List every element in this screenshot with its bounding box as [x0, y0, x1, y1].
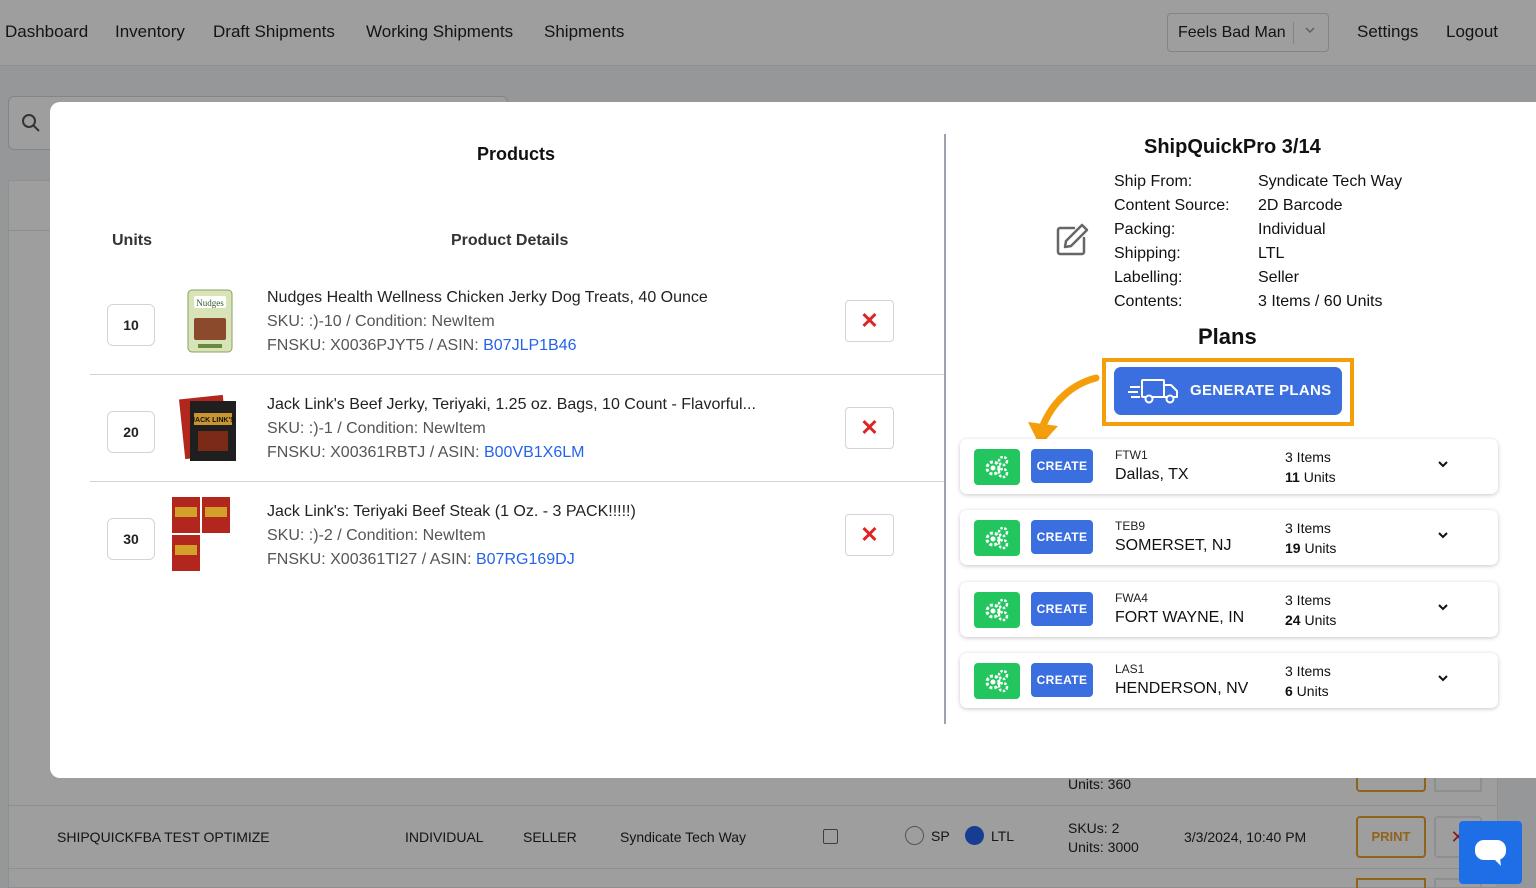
chat-bubble-icon — [1474, 839, 1507, 872]
fnsku-text: FNSKU: X0036PJYT5 / ASIN: — [267, 337, 484, 354]
product-image: Nudges — [172, 284, 246, 358]
contents-label: Contents: — [1114, 293, 1183, 310]
remove-product-button[interactable]: ✕ — [845, 300, 894, 342]
fc-city: HENDERSON, NV — [1115, 680, 1249, 697]
shipping-label: Shipping: — [1114, 245, 1181, 262]
product-fnsku: FNSKU: X0036PJYT5 / ASIN: B07JLP1B46 — [267, 337, 577, 355]
chevron-down-icon[interactable] — [1436, 600, 1450, 619]
create-plan-button[interactable]: CREATE — [1031, 663, 1093, 697]
product-row: 10 Nudges Nudges Health Wellness Chicken… — [90, 269, 944, 375]
product-name: Jack Link's Beef Jerky, Teriyaki, 1.25 o… — [267, 396, 756, 413]
units-word: Units — [1300, 612, 1337, 628]
product-sku: SKU: :)-10 / Condition: NewItem — [267, 313, 495, 330]
fc-city: FORT WAYNE, IN — [1115, 609, 1245, 626]
truck-icon — [1128, 377, 1180, 410]
units-word: Units — [1292, 683, 1329, 699]
labelling-value: Seller — [1258, 269, 1299, 286]
generate-plans-button[interactable]: GENERATE PLANS — [1114, 367, 1342, 415]
chat-widget-button[interactable] — [1459, 821, 1522, 884]
plan-card-fwa4: CREATE FWA4 FORT WAYNE, IN 3 Items 24 Un… — [960, 582, 1498, 637]
create-plan-button[interactable]: CREATE — [1031, 449, 1093, 483]
units-column-header: Units — [112, 232, 152, 249]
quantity-field[interactable]: 20 — [107, 411, 155, 453]
fc-city: SOMERSET, NJ — [1115, 537, 1232, 554]
chevron-down-icon[interactable] — [1436, 457, 1450, 476]
product-name: Jack Link's: Teriyaki Beef Steak (1 Oz. … — [267, 503, 636, 520]
product-row: 20 JACK LINK'S Jack Link's Beef Jerky, T… — [90, 376, 944, 482]
plan-items: 3 Items — [1285, 449, 1331, 465]
units-count: 11 — [1285, 469, 1300, 485]
svg-text:Nudges: Nudges — [196, 298, 224, 308]
plan-card-las1: CREATE LAS1 HENDERSON, NV 3 Items 6 Unit… — [960, 653, 1498, 708]
fc-code: FTW1 — [1115, 448, 1148, 462]
plans-title: Plans — [1198, 324, 1257, 349]
gears-icon — [985, 455, 1009, 479]
fc-code: FWA4 — [1115, 591, 1148, 605]
gears-icon — [985, 526, 1009, 550]
units-count: 24 — [1285, 612, 1301, 628]
asin-link[interactable]: B00VB1X6LM — [484, 444, 585, 461]
product-name: Nudges Health Wellness Chicken Jerky Dog… — [267, 289, 708, 306]
fc-code: LAS1 — [1115, 662, 1145, 676]
plan-units: 6 Units — [1285, 683, 1329, 699]
shipment-title: ShipQuickPro 3/14 — [1144, 136, 1321, 158]
fnsku-text: FNSKU: X00361RBTJ / ASIN: — [267, 444, 484, 461]
fc-city: Dallas, TX — [1115, 466, 1189, 483]
generate-plans-label: GENERATE PLANS — [1190, 382, 1332, 399]
products-title: Products — [476, 144, 555, 164]
labelling-label: Labelling: — [1114, 269, 1183, 286]
quantity-field[interactable]: 30 — [107, 518, 155, 560]
units-count: 19 — [1285, 540, 1301, 556]
optimize-gear-button[interactable] — [974, 449, 1020, 485]
contents-value: 3 Items / 60 Units — [1258, 293, 1383, 310]
gears-icon — [985, 669, 1009, 693]
ship-from-value: Syndicate Tech Way — [1258, 173, 1403, 190]
plan-items: 3 Items — [1285, 592, 1331, 608]
plan-units: 19 Units — [1285, 540, 1336, 556]
product-fnsku: FNSKU: X00361RBTJ / ASIN: B00VB1X6LM — [267, 444, 584, 462]
plan-items: 3 Items — [1285, 663, 1331, 679]
remove-product-button[interactable]: ✕ — [845, 407, 894, 449]
chevron-down-icon[interactable] — [1436, 671, 1450, 690]
fnsku-text: FNSKU: X00361TI27 / ASIN: — [267, 551, 476, 568]
plan-card-teb9: CREATE TEB9 SOMERSET, NJ 3 Items 19 Unit… — [960, 510, 1498, 565]
units-count: 6 — [1285, 683, 1293, 699]
optimize-gear-button[interactable] — [974, 520, 1020, 556]
product-image: JACK LINK'S — [172, 391, 246, 465]
shipping-value: LTL — [1258, 245, 1285, 262]
content-source-value: 2D Barcode — [1258, 197, 1343, 214]
create-plan-button[interactable]: CREATE — [1031, 520, 1093, 554]
units-word: Units — [1299, 469, 1336, 485]
product-image — [172, 497, 246, 571]
shipment-modal: Products Units Product Details 10 Nudges… — [50, 102, 1536, 778]
product-row: 30 Jack Link's: Teriyaki Beef Steak (1 O… — [90, 483, 944, 589]
plan-units: 24 Units — [1285, 612, 1336, 628]
asin-link[interactable]: B07JLP1B46 — [483, 337, 576, 354]
content-source-label: Content Source: — [1114, 197, 1230, 214]
packing-label: Packing: — [1114, 221, 1176, 238]
create-plan-button[interactable]: CREATE — [1031, 592, 1093, 626]
product-sku: SKU: :)-2 / Condition: NewItem — [267, 527, 486, 544]
panel-divider — [944, 134, 946, 724]
product-sku: SKU: :)-1 / Condition: NewItem — [267, 420, 486, 437]
plan-items: 3 Items — [1285, 520, 1331, 536]
plan-units: 11 Units — [1285, 469, 1336, 485]
product-details-column-header: Product Details — [451, 232, 569, 249]
gears-icon — [985, 598, 1009, 622]
chevron-down-icon[interactable] — [1436, 528, 1450, 547]
units-word: Units — [1300, 540, 1337, 556]
packing-value: Individual — [1258, 221, 1326, 238]
product-fnsku: FNSKU: X00361TI27 / ASIN: B07RG169DJ — [267, 551, 575, 569]
fc-code: TEB9 — [1115, 519, 1146, 533]
svg-text:JACK LINK'S: JACK LINK'S — [191, 417, 235, 424]
plan-card-ftw1: CREATE FTW1 Dallas, TX 3 Items 11 Units — [960, 439, 1498, 494]
optimize-gear-button[interactable] — [974, 592, 1020, 628]
edit-icon[interactable] — [1052, 220, 1092, 265]
remove-product-button[interactable]: ✕ — [845, 514, 894, 556]
ship-from-label: Ship From: — [1114, 173, 1193, 190]
asin-link[interactable]: B07RG169DJ — [476, 551, 575, 568]
optimize-gear-button[interactable] — [974, 663, 1020, 699]
quantity-field[interactable]: 10 — [107, 304, 155, 346]
